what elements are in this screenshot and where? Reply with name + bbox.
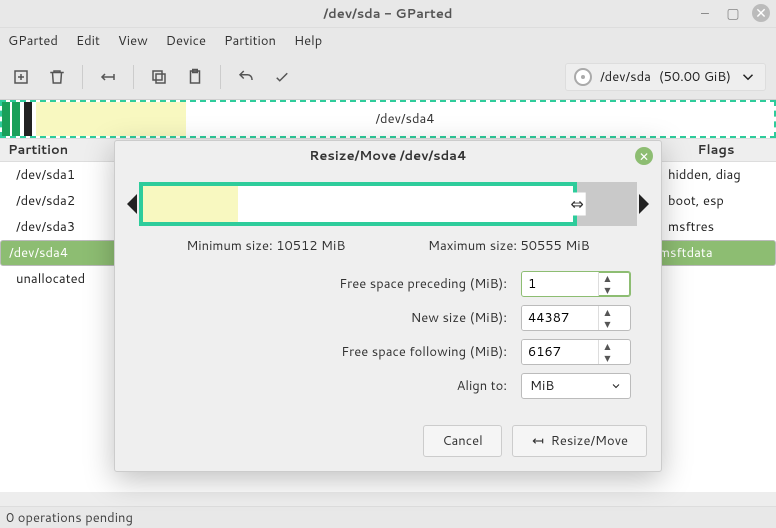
newsize-label: New size (MiB): bbox=[145, 309, 521, 327]
maximize-icon[interactable]: ▢ bbox=[724, 4, 742, 22]
row-flags: hidden, diag bbox=[656, 166, 776, 184]
window-title: /dev/sda - GParted bbox=[324, 5, 453, 23]
new-partition-icon[interactable] bbox=[10, 66, 32, 88]
minimize-icon[interactable]: – bbox=[696, 4, 714, 22]
cancel-button[interactable]: Cancel bbox=[423, 425, 501, 457]
menu-gparted[interactable]: GParted bbox=[8, 32, 58, 50]
menubar: GParted Edit View Device Partition Help bbox=[0, 28, 776, 54]
chevron-down-icon bbox=[739, 68, 757, 86]
menu-view[interactable]: View bbox=[118, 32, 148, 50]
spin-up-icon[interactable]: ▲ bbox=[599, 340, 616, 352]
slider-right-handle-icon[interactable] bbox=[639, 194, 649, 214]
close-icon[interactable]: ✕ bbox=[752, 4, 770, 22]
spin-up-icon[interactable]: ▲ bbox=[599, 272, 616, 284]
window-titlebar: /dev/sda - GParted – ▢ ✕ bbox=[0, 0, 776, 28]
spin-down-icon[interactable]: ▼ bbox=[599, 318, 616, 330]
row-flags: msftres bbox=[656, 218, 776, 236]
status-text: 0 operations pending bbox=[6, 509, 133, 527]
status-bar: 0 operations pending bbox=[0, 506, 776, 528]
dialog-title: Resize/Move /dev/sda4 bbox=[309, 147, 467, 165]
chevron-down-icon bbox=[610, 380, 622, 392]
menu-edit[interactable]: Edit bbox=[76, 32, 100, 50]
resize-slider[interactable]: ⇔ bbox=[127, 179, 649, 229]
copy-icon[interactable] bbox=[148, 66, 170, 88]
newsize-input[interactable] bbox=[522, 306, 598, 330]
preceding-input[interactable] bbox=[522, 272, 598, 296]
following-spinner[interactable]: ▲▼ bbox=[521, 339, 631, 365]
max-size-label: Maximum size: 50555 MiB bbox=[428, 237, 590, 255]
resize-move-icon[interactable] bbox=[97, 66, 119, 88]
following-label: Free space following (MiB): bbox=[145, 343, 521, 361]
resize-dialog: Resize/Move /dev/sda4 ✕ ⇔ Minimum size: … bbox=[114, 140, 662, 472]
resize-move-apply-icon bbox=[531, 434, 545, 448]
device-selector[interactable]: /dev/sda (50.00 GiB) bbox=[565, 63, 766, 91]
paste-icon[interactable] bbox=[184, 66, 206, 88]
following-input[interactable] bbox=[522, 340, 598, 364]
spin-down-icon[interactable]: ▼ bbox=[599, 352, 616, 364]
spin-down-icon[interactable]: ▼ bbox=[599, 284, 616, 296]
min-size-label: Minimum size: 10512 MiB bbox=[186, 237, 345, 255]
delete-icon[interactable] bbox=[46, 66, 68, 88]
row-flags: msftdata bbox=[647, 244, 767, 262]
align-value: MiB bbox=[530, 377, 554, 395]
menu-help[interactable]: Help bbox=[294, 32, 322, 50]
resize-move-button[interactable]: Resize/Move bbox=[512, 425, 647, 457]
undo-icon[interactable] bbox=[235, 66, 257, 88]
spin-up-icon[interactable]: ▲ bbox=[599, 306, 616, 318]
preceding-label: Free space preceding (MiB): bbox=[145, 275, 521, 293]
device-size: (50.00 GiB) bbox=[659, 68, 731, 86]
diskmap-active-label: /dev/sda4 bbox=[375, 110, 434, 128]
device-label: /dev/sda bbox=[600, 68, 651, 86]
row-flags: boot, esp bbox=[656, 192, 776, 210]
dialog-close-icon[interactable]: ✕ bbox=[635, 147, 653, 165]
menu-device[interactable]: Device bbox=[166, 32, 206, 50]
newsize-spinner[interactable]: ▲▼ bbox=[521, 305, 631, 331]
menu-partition[interactable]: Partition bbox=[224, 32, 276, 50]
disk-icon bbox=[574, 68, 592, 86]
preceding-spinner[interactable]: ▲▼ bbox=[521, 271, 631, 297]
slider-left-handle-icon[interactable] bbox=[127, 194, 137, 214]
align-label: Align to: bbox=[145, 377, 521, 395]
apply-icon[interactable] bbox=[271, 66, 293, 88]
toolbar: /dev/sda (50.00 GiB) bbox=[0, 54, 776, 100]
disk-map[interactable]: /dev/sda4 bbox=[0, 100, 776, 138]
align-select[interactable]: MiB bbox=[521, 373, 631, 399]
col-flags[interactable]: Flags bbox=[656, 141, 776, 159]
